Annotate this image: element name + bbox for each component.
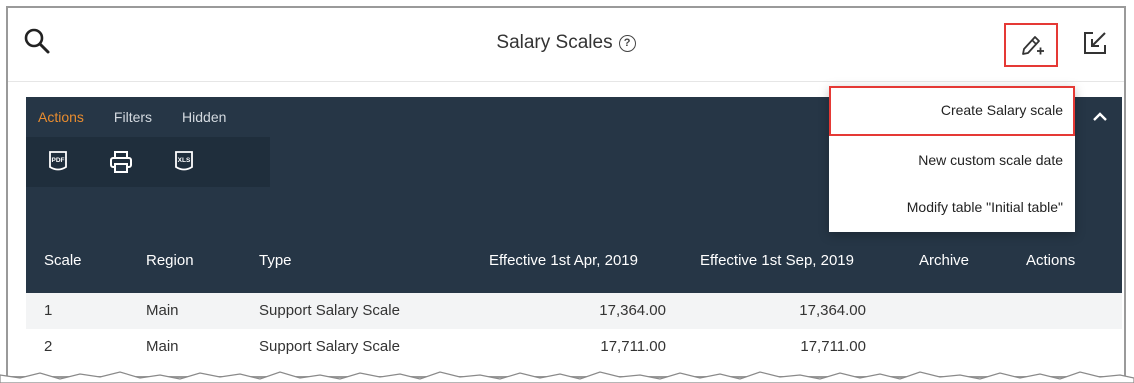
column-header-type[interactable]: Type <box>259 252 292 269</box>
menu-item-create-salary-scale[interactable]: Create Salary scale <box>941 102 1063 118</box>
column-header-region[interactable]: Region <box>146 252 194 269</box>
cell-effective-apr: 17,364.00 <box>599 302 666 319</box>
print-icon <box>109 151 132 173</box>
xls-export-icon: XLS <box>174 151 193 171</box>
page-title: Salary Scales <box>496 32 613 53</box>
cell-region: Main <box>146 338 179 355</box>
cell-region: Main <box>146 302 179 319</box>
arrow-down-left-box-icon <box>1084 32 1106 54</box>
page-title-wrap: Salary Scales? <box>8 32 1124 54</box>
print-button[interactable] <box>89 137 152 187</box>
edit-button[interactable] <box>1004 23 1058 67</box>
create-dropdown-menu: Create Salary scale New custom scale dat… <box>829 86 1075 232</box>
edit-pencil-plus-icon <box>1022 36 1044 55</box>
xls-icon-text: XLS <box>177 157 190 164</box>
cell-effective-sep: 17,711.00 <box>800 338 866 355</box>
menu-item-modify-table[interactable]: Modify table "Initial table" <box>907 199 1063 215</box>
cell-type: Support Salary Scale <box>259 338 400 355</box>
column-header-actions[interactable]: Actions <box>1026 252 1075 269</box>
cell-scale: 1 <box>44 302 53 319</box>
pdf-export-button[interactable]: PDF <box>26 137 89 187</box>
help-icon[interactable]: ? <box>618 35 636 52</box>
cell-effective-apr: 17,711.00 <box>600 338 666 355</box>
menu-item-new-custom-scale-date[interactable]: New custom scale date <box>918 152 1063 168</box>
minimize-button[interactable] <box>1082 30 1108 56</box>
cell-effective-sep: 17,364.00 <box>799 302 866 319</box>
xls-export-button[interactable]: XLS <box>152 137 215 187</box>
tab-hidden[interactable]: Hidden <box>170 97 244 137</box>
table-row[interactable]: 2 Main Support Salary Scale 17,711.00 17… <box>26 329 1122 365</box>
column-header-archive[interactable]: Archive <box>919 252 969 269</box>
pdf-export-icon: PDF <box>48 151 67 171</box>
tab-actions[interactable]: Actions <box>26 97 102 137</box>
column-header-effective-apr[interactable]: Effective 1st Apr, 2019 <box>489 252 638 269</box>
column-header-effective-sep[interactable]: Effective 1st Sep, 2019 <box>700 252 854 269</box>
column-header-scale[interactable]: Scale <box>44 252 82 269</box>
pdf-icon-text: PDF <box>51 157 64 164</box>
cell-scale: 2 <box>44 338 53 355</box>
toolbar-tabs: Actions Filters Hidden <box>26 97 244 137</box>
table-row[interactable]: 1 Main Support Salary Scale 17,364.00 17… <box>26 293 1122 329</box>
table-header: Scale Region Type Effective 1st Apr, 201… <box>26 227 1122 293</box>
toolbar-icon-row: PDF XLS <box>26 137 215 187</box>
chevron-up-icon <box>1093 112 1107 121</box>
app-window: Salary Scales? Actions Filters Hidden PD… <box>6 6 1126 378</box>
page-header: Salary Scales? <box>8 8 1124 82</box>
tab-filters[interactable]: Filters <box>102 97 170 137</box>
collapse-toolbar-button[interactable] <box>1090 107 1110 127</box>
cell-type: Support Salary Scale <box>259 302 400 319</box>
torn-edge-decoration <box>0 371 1134 383</box>
